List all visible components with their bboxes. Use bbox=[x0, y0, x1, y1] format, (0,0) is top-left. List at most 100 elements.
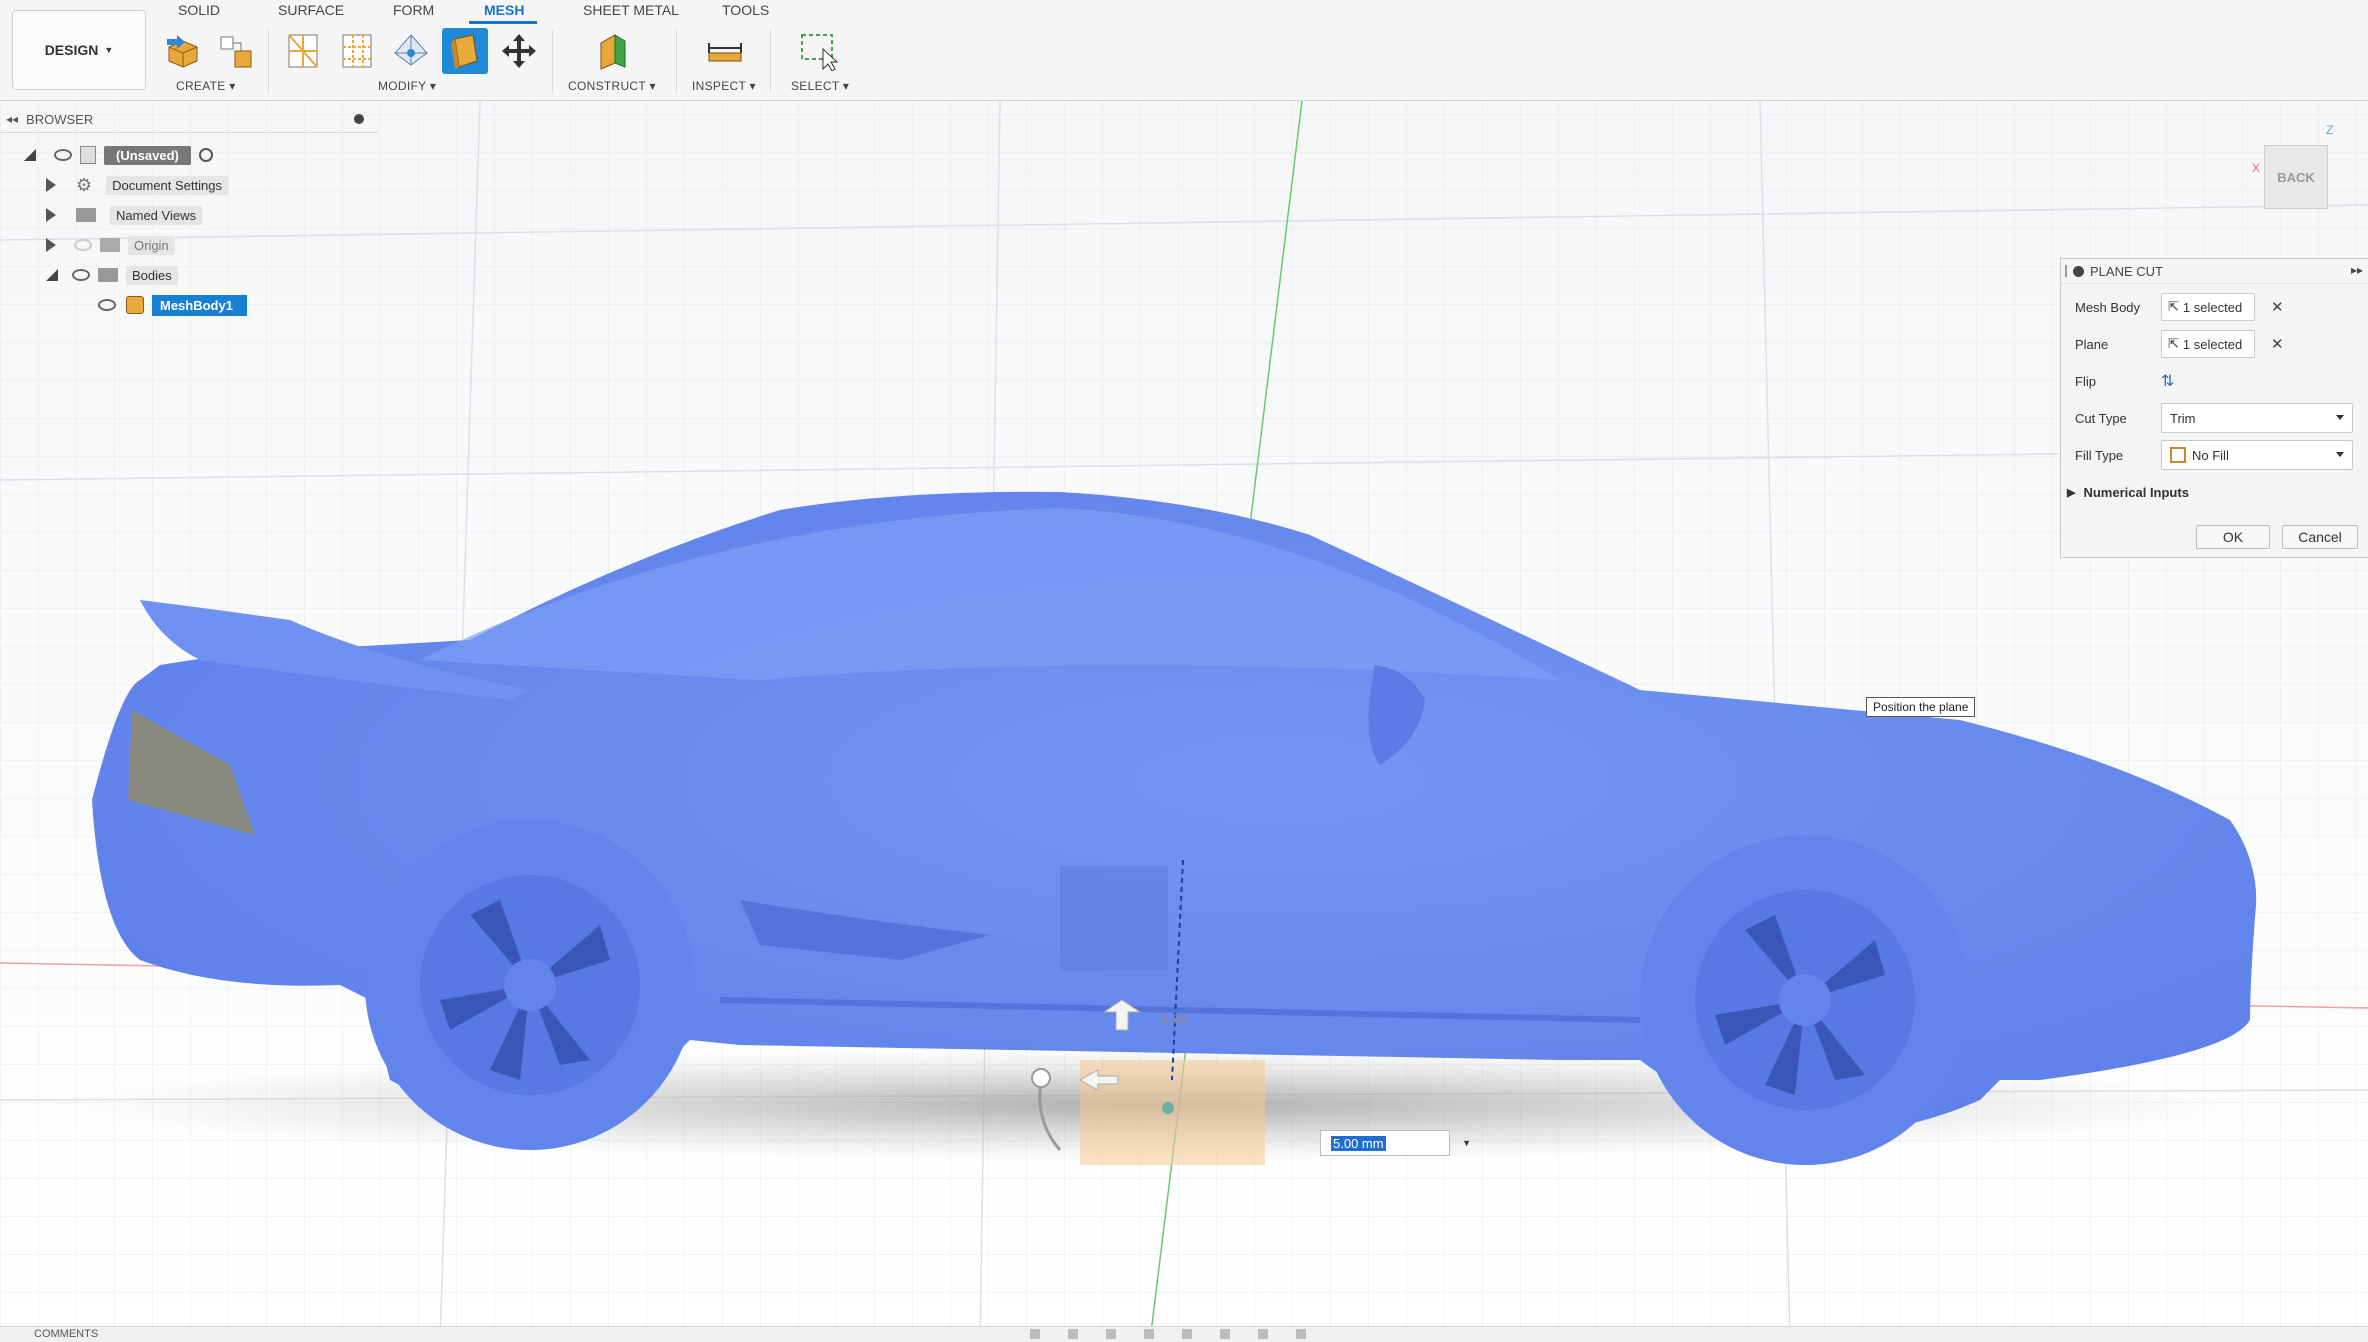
collapse-toggle-icon[interactable] bbox=[46, 269, 58, 281]
browser-item-root[interactable]: (Unsaved) bbox=[24, 142, 213, 168]
navigation-bar[interactable] bbox=[1030, 1329, 1330, 1339]
browser-item-origin[interactable]: Origin bbox=[46, 232, 175, 258]
move-tool[interactable] bbox=[496, 28, 542, 74]
construct-plane-tool[interactable] bbox=[590, 28, 636, 74]
face-group-icon bbox=[220, 36, 252, 68]
insert-mesh-tool[interactable] bbox=[160, 28, 206, 74]
toolbar-separator bbox=[552, 30, 553, 92]
move-icon bbox=[502, 34, 536, 68]
mesh-body-row: Mesh Body ⇱ 1 selected ✕ bbox=[2075, 293, 2284, 321]
browser-item-bodies[interactable]: Bodies bbox=[46, 262, 178, 288]
plane-label: Plane bbox=[2075, 336, 2109, 352]
workspace-switcher-button[interactable]: DESIGN ▼ bbox=[12, 10, 146, 90]
dialog-grip-icon[interactable] bbox=[2065, 265, 2067, 277]
visibility-eye-icon[interactable] bbox=[72, 269, 90, 281]
insert-mesh-icon bbox=[167, 35, 198, 68]
tab-sheet-metal[interactable]: SHEET METAL bbox=[583, 2, 679, 18]
tab-form[interactable]: FORM bbox=[393, 2, 434, 18]
tab-solid[interactable]: SOLID bbox=[178, 2, 220, 18]
plane-cut-tool[interactable] bbox=[442, 28, 488, 74]
pin-icon[interactable] bbox=[354, 114, 364, 124]
toolbar-separator bbox=[676, 30, 677, 92]
group-construct-label[interactable]: CONSTRUCT ▾ bbox=[568, 79, 656, 93]
group-create-label[interactable]: CREATE ▾ bbox=[176, 79, 236, 93]
cut-type-value: Trim bbox=[2170, 410, 2196, 426]
cursor-arrow-icon: ⇱ bbox=[2168, 299, 2179, 314]
clear-mesh-body-icon[interactable]: ✕ bbox=[2271, 298, 2284, 316]
expand-arrow-icon: ▶ bbox=[2067, 487, 2076, 499]
collapse-panel-icon[interactable]: ◂◂ bbox=[6, 112, 18, 126]
cancel-button[interactable]: Cancel bbox=[2282, 525, 2358, 549]
viewcube[interactable]: BACK Z X bbox=[2252, 123, 2333, 221]
plane-selection[interactable]: ⇱ 1 selected bbox=[2161, 330, 2255, 358]
bottom-bar: COMMENTS bbox=[0, 1326, 2368, 1342]
visibility-eye-icon[interactable] bbox=[98, 299, 116, 311]
viewcube-face-back[interactable]: BACK bbox=[2264, 145, 2328, 209]
browser-title: BROWSER bbox=[26, 111, 94, 127]
activate-radio-icon[interactable] bbox=[198, 148, 213, 162]
remesh-tool[interactable] bbox=[280, 28, 326, 74]
toolbar-separator bbox=[770, 30, 771, 92]
expand-arrow-icon[interactable] bbox=[46, 178, 56, 192]
folder-icon bbox=[76, 208, 96, 222]
workspace-label: DESIGN bbox=[44, 42, 99, 58]
folder-icon bbox=[100, 238, 120, 252]
visibility-eye-icon[interactable] bbox=[54, 149, 72, 161]
bodies-label: Bodies bbox=[126, 265, 178, 285]
mesh-body-selection[interactable]: ⇱ 1 selected bbox=[2161, 293, 2255, 321]
document-settings-label: Document Settings bbox=[106, 175, 228, 195]
browser-panel: ◂◂ BROWSER (Unsaved) ⚙ Document Settings… bbox=[0, 106, 378, 316]
mesh-body-label: Mesh Body bbox=[2075, 299, 2141, 315]
plane-cut-icon bbox=[451, 34, 478, 69]
expand-arrow-icon[interactable] bbox=[46, 208, 56, 222]
expand-arrow-icon[interactable] bbox=[46, 238, 56, 252]
tab-tools[interactable]: TOOLS bbox=[722, 2, 769, 18]
distance-value: 5.00 mm bbox=[1331, 1135, 1386, 1151]
dialog-header[interactable]: PLANE CUT ▸▸ bbox=[2061, 259, 2368, 284]
browser-item-document-settings[interactable]: ⚙ Document Settings bbox=[46, 172, 228, 198]
tab-mesh[interactable]: MESH bbox=[484, 2, 524, 18]
dialog-close-icon[interactable] bbox=[2073, 265, 2084, 277]
cut-type-row: Cut Type Trim bbox=[2075, 403, 2353, 433]
ok-button[interactable]: OK bbox=[2196, 525, 2270, 549]
chevron-down-icon[interactable]: ▼ bbox=[1462, 1138, 1471, 1148]
smooth-tool[interactable] bbox=[388, 28, 434, 74]
flip-icon[interactable]: ⇅ bbox=[2161, 371, 2174, 391]
fill-type-dropdown[interactable]: No Fill bbox=[2161, 440, 2353, 470]
group-select-label[interactable]: SELECT ▾ bbox=[791, 79, 849, 93]
wheel-rear bbox=[365, 820, 695, 1150]
clear-plane-icon[interactable]: ✕ bbox=[2271, 335, 2284, 353]
expand-toggle-icon[interactable] bbox=[24, 149, 36, 161]
axis-x-label: X bbox=[2252, 161, 2261, 175]
browser-item-meshbody1[interactable]: MeshBody1 bbox=[98, 292, 247, 318]
measure-tool[interactable] bbox=[702, 28, 748, 74]
tab-surface[interactable]: SURFACE bbox=[278, 2, 344, 18]
viewcube-face-label: BACK bbox=[2277, 169, 2315, 185]
fill-type-label: Fill Type bbox=[2075, 447, 2124, 463]
mesh-body-value: 1 selected bbox=[2182, 299, 2243, 315]
measure-icon bbox=[708, 43, 742, 62]
comments-label[interactable]: COMMENTS bbox=[34, 1328, 98, 1340]
fill-type-row: Fill Type No Fill bbox=[2075, 440, 2353, 470]
numerical-inputs-toggle[interactable]: ▶ Numerical Inputs bbox=[2067, 485, 2189, 500]
window-select-tool[interactable] bbox=[796, 28, 842, 74]
cut-type-dropdown[interactable]: Trim bbox=[2161, 403, 2353, 433]
browser-item-named-views[interactable]: Named Views bbox=[46, 202, 202, 228]
plane-origin-point bbox=[1162, 1102, 1174, 1114]
manipulator-readout: 5.00 bbox=[1160, 1011, 1189, 1028]
group-inspect-label[interactable]: INSPECT ▾ bbox=[692, 79, 756, 93]
canvas-viewport[interactable]: 5.00 BACK Z X bbox=[0, 101, 2368, 1341]
active-tab-indicator bbox=[469, 21, 537, 24]
tooltip: Position the plane bbox=[1866, 697, 1976, 717]
flip-label: Flip bbox=[2075, 373, 2096, 389]
cursor-arrow-icon: ⇱ bbox=[2168, 336, 2179, 351]
expand-dialog-icon[interactable]: ▸▸ bbox=[2351, 263, 2363, 277]
document-icon bbox=[80, 146, 96, 164]
axis-z-label: Z bbox=[2326, 123, 2334, 137]
hidden-eye-icon[interactable] bbox=[74, 239, 92, 251]
distance-input[interactable]: 5.00 mm ▼ bbox=[1320, 1130, 1471, 1156]
reduce-tool[interactable] bbox=[334, 28, 380, 74]
create-face-groups-tool[interactable] bbox=[212, 28, 258, 74]
wheel-front bbox=[1640, 835, 1970, 1165]
group-modify-label[interactable]: MODIFY ▾ bbox=[378, 79, 436, 93]
